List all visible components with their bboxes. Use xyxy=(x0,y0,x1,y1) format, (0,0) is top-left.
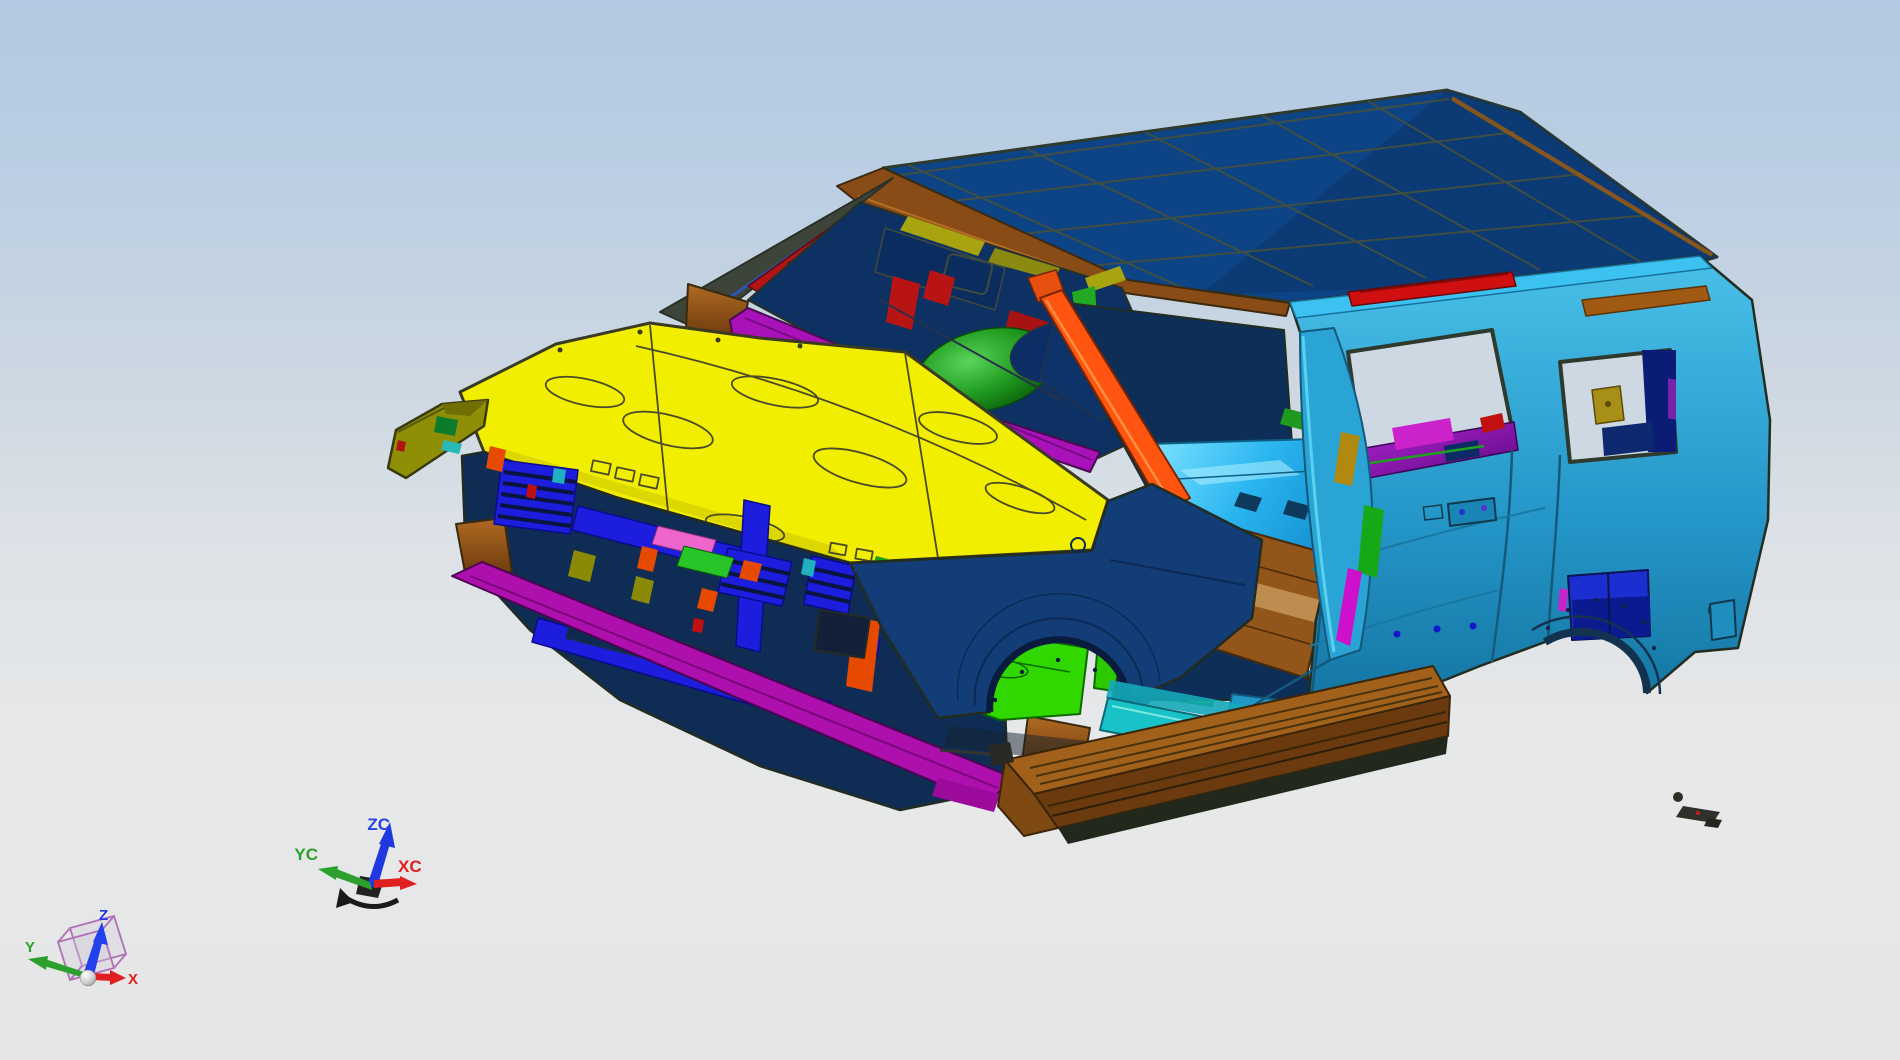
wcs-triad[interactable]: ZC YC XC xyxy=(294,815,422,909)
car-body-model[interactable] xyxy=(386,88,1772,844)
wcs-y-label: YC xyxy=(294,845,318,864)
cad-viewport[interactable]: ZC YC XC Z Y X xyxy=(0,0,1900,1060)
quarter-window xyxy=(1558,348,1678,464)
view-orientation-triad[interactable]: Z Y X xyxy=(25,907,138,988)
orientation-sphere[interactable] xyxy=(79,969,97,987)
wcs-z-label: ZC xyxy=(367,815,390,834)
loose-parts[interactable] xyxy=(1673,792,1722,828)
wcs-x-label: XC xyxy=(398,857,422,876)
view-x-label: X xyxy=(128,971,138,988)
door-handle-recess[interactable] xyxy=(1447,497,1497,527)
view-y-label: Y xyxy=(25,939,35,956)
model-canvas[interactable]: ZC YC XC Z Y X xyxy=(0,0,1900,1060)
view-z-label: Z xyxy=(99,907,108,924)
